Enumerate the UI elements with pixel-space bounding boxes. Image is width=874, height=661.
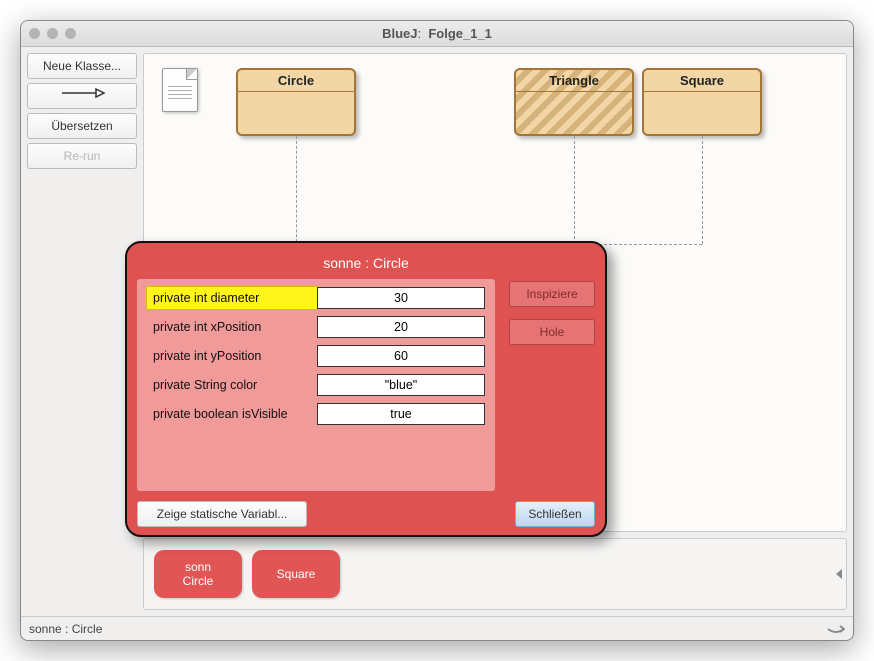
field-value[interactable]: true xyxy=(317,403,485,425)
field-value[interactable]: 20 xyxy=(317,316,485,338)
bench-object-type: Square xyxy=(277,567,316,581)
new-class-button[interactable]: Neue Klasse... xyxy=(27,53,137,79)
compile-button[interactable]: Übersetzen xyxy=(27,113,137,139)
bench-object-name: sonn xyxy=(185,560,211,574)
class-square[interactable]: Square xyxy=(642,68,762,136)
field-label: private int xPosition xyxy=(147,316,317,338)
bench-object-type: Circle xyxy=(183,574,214,588)
inspector-field-row[interactable]: private int diameter 30 xyxy=(147,287,485,309)
class-label: Triangle xyxy=(516,70,632,92)
inspector-side-buttons: Inspiziere Hole xyxy=(509,279,595,491)
inspector-field-row[interactable]: private String color "blue" xyxy=(147,374,485,396)
field-value[interactable]: "blue" xyxy=(317,374,485,396)
resize-grip-icon[interactable] xyxy=(827,622,845,636)
rerun-button: Re-run xyxy=(27,143,137,169)
window-title: BlueJ: Folge_1_1 xyxy=(21,26,853,41)
app-window: BlueJ: Folge_1_1 Neue Klasse... Übersetz… xyxy=(20,20,854,641)
field-label: private boolean isVisible xyxy=(147,403,317,425)
titlebar[interactable]: BlueJ: Folge_1_1 xyxy=(21,21,853,47)
close-inspector-button[interactable]: Schließen xyxy=(515,501,595,527)
inspector-field-row[interactable]: private int yPosition 60 xyxy=(147,345,485,367)
arrow-tool-button[interactable] xyxy=(27,83,137,109)
class-circle[interactable]: Circle xyxy=(236,68,356,136)
field-value[interactable]: 30 xyxy=(317,287,485,309)
uses-line xyxy=(296,136,297,252)
inspector-title: sonne : Circle xyxy=(137,249,595,279)
field-label: private String color xyxy=(147,374,317,396)
field-label: private int diameter xyxy=(147,287,317,309)
get-button[interactable]: Hole xyxy=(509,319,595,345)
class-label: Circle xyxy=(238,70,354,92)
bench-scroll-icon[interactable] xyxy=(836,569,842,579)
inspect-button[interactable]: Inspiziere xyxy=(509,281,595,307)
statusbar: sonne : Circle xyxy=(21,616,853,640)
inspector-field-row[interactable]: private int xPosition 20 xyxy=(147,316,485,338)
inspector-field-list: private int diameter 30 private int xPos… xyxy=(137,279,495,491)
class-triangle[interactable]: Triangle xyxy=(514,68,634,136)
show-static-vars-button[interactable]: Zeige statische Variabl... xyxy=(137,501,307,527)
bench-object-square[interactable]: Square xyxy=(252,550,340,598)
field-label: private int yPosition xyxy=(147,345,317,367)
inspector-field-row[interactable]: private boolean isVisible true xyxy=(147,403,485,425)
bench-object-circle[interactable]: sonn Circle xyxy=(154,550,242,598)
sidebar: Neue Klasse... Übersetzen Re-run xyxy=(27,53,137,610)
object-inspector-dialog[interactable]: sonne : Circle private int diameter 30 p… xyxy=(125,241,607,537)
field-value[interactable]: 60 xyxy=(317,345,485,367)
uses-line xyxy=(702,136,703,244)
dependency-arrow-icon xyxy=(58,86,106,100)
object-bench[interactable]: sonn Circle Square xyxy=(143,538,847,610)
class-label: Square xyxy=(644,70,760,92)
status-text: sonne : Circle xyxy=(29,622,102,636)
readme-icon[interactable] xyxy=(162,68,198,112)
uses-line xyxy=(574,136,575,244)
